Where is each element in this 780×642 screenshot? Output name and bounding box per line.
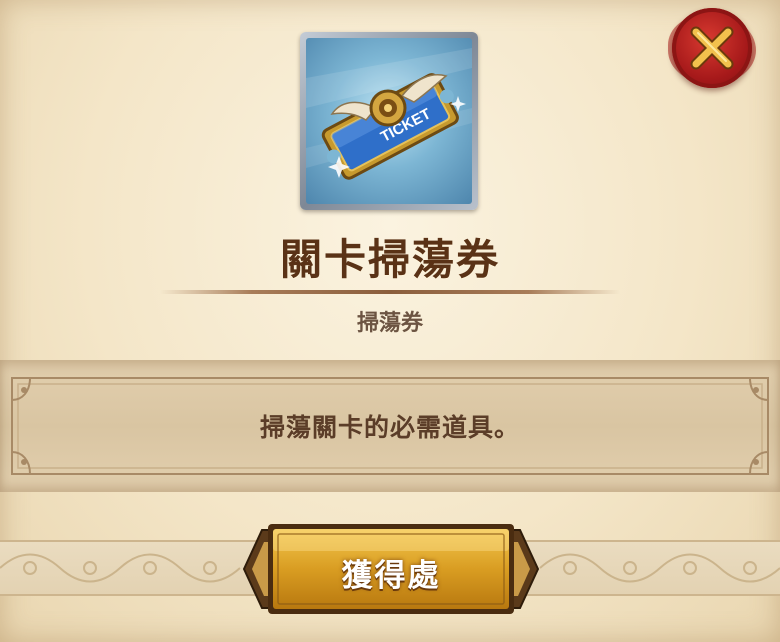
source-button[interactable]: 獲得處 (238, 516, 544, 622)
description-panel: 掃蕩關卡的必需道具。 (0, 360, 780, 492)
item-icon-frame: TICKET (300, 32, 478, 210)
item-icon-background: TICKET (306, 38, 472, 204)
ticket-icon: TICKET (306, 48, 472, 180)
close-button[interactable] (668, 8, 756, 88)
close-icon (690, 26, 734, 70)
source-button-label: 獲得處 (341, 558, 441, 594)
item-name: 關卡掃蕩券 (279, 235, 500, 284)
item-description: 掃蕩關卡的必需道具。 (259, 413, 520, 442)
item-category: 掃蕩券 (356, 311, 423, 336)
title-divider (160, 290, 620, 294)
